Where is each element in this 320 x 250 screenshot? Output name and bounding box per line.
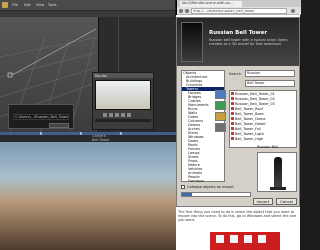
tree-item[interactable]: Furniture — [182, 179, 224, 183]
menu-view[interactable]: View — [36, 3, 44, 7]
asset-header: Russian Bell Tower Russian bell tower wi… — [177, 18, 299, 66]
asset-preview — [257, 152, 297, 192]
render-window-title: Render — [95, 73, 108, 78]
timeline-key[interactable] — [40, 132, 42, 135]
file-icon — [231, 97, 234, 100]
timeline-bar[interactable] — [0, 132, 176, 135]
forward-icon[interactable] — [185, 9, 189, 13]
menu-file[interactable]: File — [12, 3, 18, 7]
render-status-strip — [95, 119, 151, 122]
file-path-field[interactable]: C:\Users\...\Russian_Bell_Tower_II.vwf — [13, 114, 69, 120]
page-banner — [210, 232, 280, 250]
list-view-icon[interactable] — [215, 101, 226, 110]
file-list[interactable]: Russian_Bell_Tower_01 Russian_Bell_Tower_… — [229, 90, 297, 148]
render-window[interactable]: Render — [92, 72, 154, 130]
collapse-option[interactable]: Collapse objects on import — [181, 184, 261, 190]
file-icon — [231, 122, 234, 125]
file-dialog[interactable]: C:\Users\...\Russian_Bell_Tower_II.vwf — [8, 104, 74, 129]
folder-view-icon[interactable] — [215, 90, 226, 99]
filter-input[interactable]: Bell Tower — [245, 80, 295, 87]
file-icon — [231, 117, 234, 120]
dialog-buttons: Import Cancel — [233, 198, 297, 205]
stop-icon[interactable] — [109, 113, 113, 117]
ok-button[interactable] — [49, 123, 69, 128]
asset-title: Russian Bell Tower — [209, 30, 268, 36]
menu-tools[interactable]: Tools — [48, 3, 57, 7]
file-name: Bell_Tower_Base — [235, 111, 264, 116]
play-icon[interactable] — [103, 113, 107, 117]
article-text: The first thing you need to do is check … — [178, 210, 297, 222]
file-name: Russian_Bell_Tower_01 — [235, 91, 275, 96]
menu-edit[interactable]: Edit — [24, 3, 31, 7]
bell-tower-base — [270, 187, 286, 190]
file-name: Russian_Bell_Tower_03 — [235, 101, 275, 106]
file-name: Bell_Tower_High — [235, 136, 264, 141]
import-progress-fill — [182, 193, 193, 196]
banner-tile[interactable] — [216, 235, 224, 243]
menu-icon[interactable] — [291, 9, 295, 13]
render-preview — [95, 80, 151, 110]
file-name: Bell_Tower_Full — [235, 126, 262, 131]
banner-tile[interactable] — [230, 235, 238, 243]
file-item[interactable]: Bell_Tower_High — [230, 136, 296, 141]
file-name: Bell_Tower_Roof — [235, 106, 263, 111]
bell-tower-icon — [181, 22, 203, 62]
render-controls — [103, 113, 143, 117]
view-mode-icons — [215, 90, 227, 146]
zoom-icon[interactable] — [121, 113, 125, 117]
app-menubar: File Edit View Tools — [0, 0, 175, 11]
collapse-checkbox-label: Collapse objects on import — [187, 185, 234, 189]
banner-tile[interactable] — [244, 235, 252, 243]
file-icon — [231, 112, 234, 115]
browser-toolbar: http://.../objects/russian_bell_tower — [177, 7, 301, 15]
cancel-button[interactable]: Cancel — [276, 198, 297, 205]
file-icon — [231, 102, 234, 105]
viewport-camera[interactable] — [0, 142, 176, 250]
asset-description: Russian bell tower with a typical onion … — [209, 38, 289, 46]
preview-label: Russian Bell — [257, 145, 279, 149]
file-name: Bell_Tower_Light — [235, 131, 264, 136]
back-icon[interactable] — [179, 9, 183, 13]
save-icon[interactable] — [115, 113, 119, 117]
collapse-checkbox[interactable] — [181, 185, 185, 189]
grid-view-icon[interactable] — [215, 112, 226, 121]
render-window-titlebar[interactable]: Render — [93, 73, 153, 78]
bell-tower-preview-icon — [274, 157, 282, 189]
search-row: Search Russian — [229, 70, 297, 78]
settings-icon[interactable] — [127, 113, 131, 117]
file-icon — [231, 137, 234, 140]
asset-import-dialog[interactable]: Russian Bell Tower Russian bell tower wi… — [176, 17, 300, 207]
address-bar[interactable]: http://.../objects/russian_bell_tower — [191, 8, 287, 14]
app-logo-icon[interactable] — [2, 2, 8, 8]
file-icon — [231, 92, 234, 95]
file-icon — [231, 107, 234, 110]
import-progress — [181, 192, 251, 197]
browser-tabstrip: Jan/2/Render-scene-with-sa... — [177, 0, 301, 7]
timeline-key[interactable] — [80, 132, 82, 135]
search-label: Search — [229, 72, 242, 76]
file-name: Russian_Bell_Tower_02 — [235, 96, 275, 101]
banner-tile[interactable] — [258, 235, 266, 243]
filter-row: Bell Tower — [229, 80, 297, 88]
file-icon — [231, 127, 234, 130]
file-name: Bell_Tower_Dome — [235, 116, 266, 121]
file-name: Bell_Tower_Detail — [235, 121, 266, 126]
file-icon — [231, 132, 234, 135]
details-view-icon[interactable] — [215, 123, 226, 132]
search-input[interactable]: Russian — [245, 70, 295, 77]
import-button[interactable]: Import — [252, 198, 274, 205]
